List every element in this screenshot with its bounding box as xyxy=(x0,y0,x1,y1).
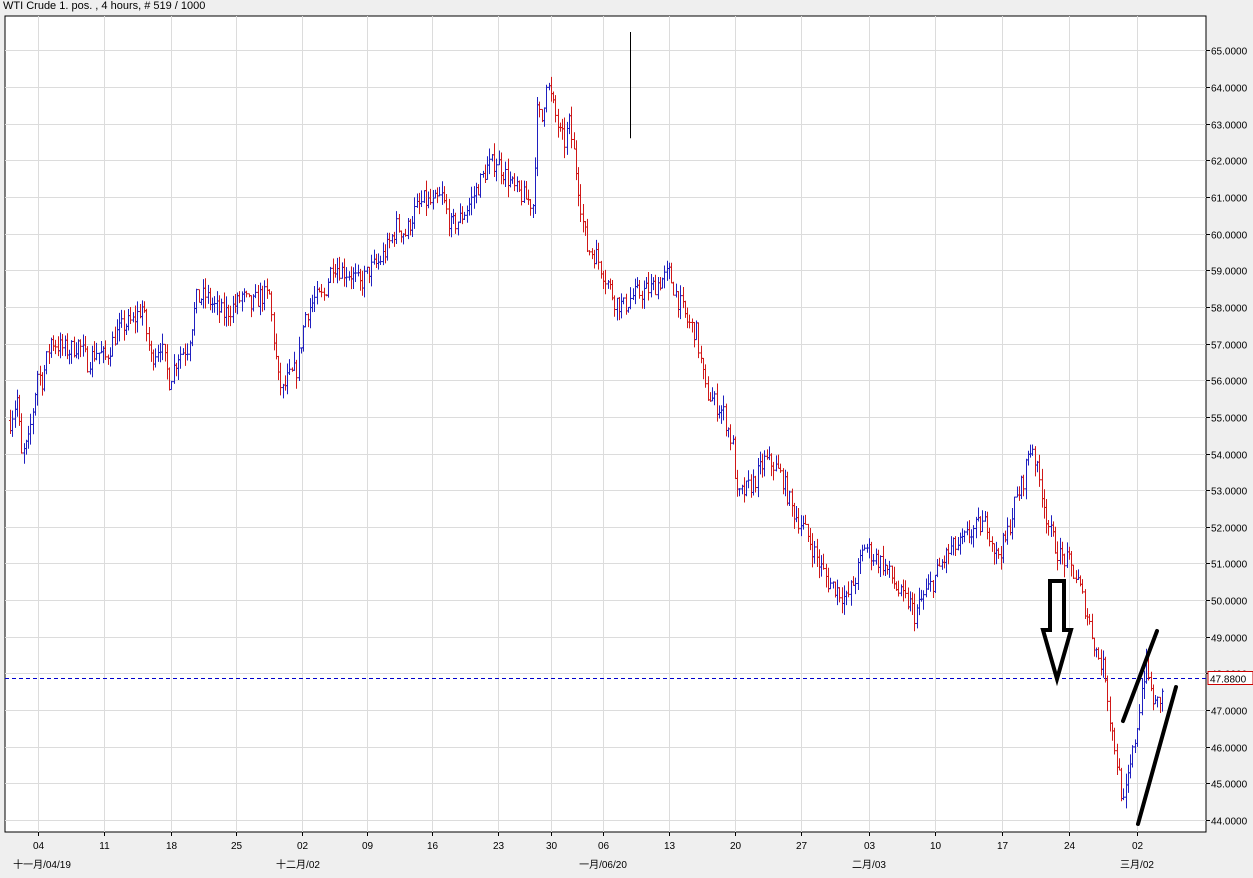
x-tick-label: 17 xyxy=(997,841,1009,852)
x-tick-label: 16 xyxy=(427,841,439,852)
x-tick-label: 24 xyxy=(1064,841,1076,852)
y-tick-label: 52.0000 xyxy=(1211,524,1248,535)
y-tick-label: 56.0000 xyxy=(1211,377,1248,388)
plot-area[interactable] xyxy=(4,15,1207,833)
y-tick-label: 61.0000 xyxy=(1211,194,1248,205)
x-tick-label: 02 xyxy=(1132,841,1144,852)
x-tick-label: 03 xyxy=(864,841,876,852)
current-price-label-group: 47.8800 xyxy=(1207,671,1253,686)
x-tick-label: 13 xyxy=(664,841,676,852)
x-month-label: 二月/03 xyxy=(852,859,886,871)
ohlc-chart[interactable]: 44.000045.000046.000047.000048.000049.00… xyxy=(0,0,1253,878)
x-month-label: 十二月/02 xyxy=(276,858,320,871)
y-tick-label: 46.0000 xyxy=(1211,744,1248,755)
y-tick-label: 64.0000 xyxy=(1211,84,1248,95)
x-tick-label: 30 xyxy=(546,841,558,852)
x-tick-label: 02 xyxy=(297,841,309,852)
y-tick-label: 45.0000 xyxy=(1211,780,1248,791)
y-tick-label: 50.0000 xyxy=(1211,597,1248,608)
chart-window: WTI Crude 1. pos. , 4 hours, # 519 / 100… xyxy=(0,0,1253,878)
y-tick-label: 57.0000 xyxy=(1211,341,1248,352)
x-axis: 04 11 18 25 02 09 16 23 30 06 13 20 27 03 10 17 24 02 十一月/… xyxy=(13,832,1154,871)
x-tick-label: 04 xyxy=(33,841,45,852)
x-tick-label: 18 xyxy=(166,841,178,852)
y-tick-label: 51.0000 xyxy=(1211,560,1248,571)
y-tick-label: 53.0000 xyxy=(1211,487,1248,498)
y-tick-label: 47.0000 xyxy=(1211,707,1248,718)
x-month-label: 三月/02 xyxy=(1120,859,1154,871)
y-tick-label: 65.0000 xyxy=(1211,47,1248,58)
y-tick-label: 63.0000 xyxy=(1211,121,1248,132)
x-tick-label: 25 xyxy=(231,841,243,852)
x-month-label: 十一月/04/19 xyxy=(13,858,71,871)
x-tick-label: 10 xyxy=(930,841,942,852)
x-tick-label: 11 xyxy=(99,841,110,852)
x-tick-label: 06 xyxy=(598,841,610,852)
y-tick-label: 55.0000 xyxy=(1211,414,1248,425)
x-tick-label: 09 xyxy=(362,841,374,852)
x-month-label: 一月/06/20 xyxy=(579,859,627,871)
y-tick-label: 60.0000 xyxy=(1211,231,1248,242)
current-price-label: 47.8800 xyxy=(1210,675,1247,686)
y-tick-label: 44.0000 xyxy=(1211,817,1248,828)
x-tick-label: 23 xyxy=(493,841,505,852)
y-tick-label: 49.0000 xyxy=(1211,634,1248,645)
x-tick-label: 20 xyxy=(730,841,742,852)
y-tick-label: 58.0000 xyxy=(1211,304,1248,315)
y-tick-label: 54.0000 xyxy=(1211,451,1248,462)
y-tick-label: 59.0000 xyxy=(1211,267,1248,278)
y-tick-label: 62.0000 xyxy=(1211,157,1248,168)
y-axis: 44.000045.000046.000047.000048.000049.00… xyxy=(1206,47,1248,828)
x-tick-label: 27 xyxy=(796,841,808,852)
